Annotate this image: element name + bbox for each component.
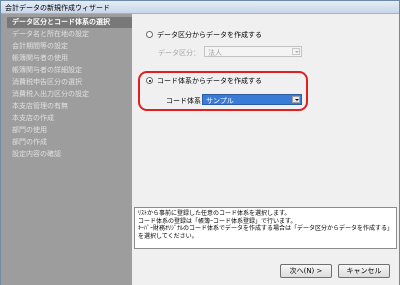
step-department-use[interactable]: 部門の使用 <box>12 125 132 136</box>
radio-from-data-category-label[interactable]: データ区分からデータを作成する <box>157 30 262 40</box>
step-consumption-tax-filing[interactable]: 消費税申告区分の選択 <box>12 77 132 88</box>
step-branch-creation[interactable]: 本支店の作成 <box>12 113 132 124</box>
code-system-value: サンプル <box>206 97 234 105</box>
step-confirm-settings[interactable]: 設定内容の確認 <box>12 149 132 160</box>
description-line: コード体系の登録は「帳簿ｰコード体系登録」で行います。 <box>138 217 297 225</box>
step-accounting-period[interactable]: 会計期間等の設定 <box>12 41 132 52</box>
chevron-down-icon[interactable] <box>292 48 300 55</box>
window-title: 会計データの新規作成ウィザード <box>5 4 110 12</box>
wizard-content: データ区分からデータを作成する データ区分： 法人 コード体系からデータを作成す… <box>132 14 399 285</box>
radio-from-data-category[interactable] <box>146 31 153 38</box>
step-book-participants-detail[interactable]: 帳簿関与者の詳細設定 <box>12 65 132 76</box>
code-system-select[interactable]: サンプル <box>202 94 302 105</box>
data-category-label: データ区分： <box>158 49 200 57</box>
data-category-value: 法人 <box>208 49 222 57</box>
wizard-steps-sidebar: データ区分とコード体系の選択 データ名と所在地の設定 会計期間等の設定 帳簿関与… <box>1 14 132 285</box>
wizard-window: 会計データの新規作成ウィザード データ区分とコード体系の選択 データ名と所在地の… <box>0 0 400 285</box>
radio-from-code-system[interactable] <box>146 77 153 84</box>
step-department-creation[interactable]: 部門の作成 <box>12 137 132 148</box>
description-line: ﾘｽﾄから事前に登録した任意のコード体系を選択します。 <box>138 210 291 217</box>
step-code-system-selection[interactable]: データ区分とコード体系の選択 <box>7 17 132 28</box>
cancel-button[interactable]: キャンセル <box>338 264 390 278</box>
chevron-down-icon[interactable] <box>292 96 300 103</box>
step-consumption-tax-io[interactable]: 消費税入出力区分の設定 <box>12 89 132 100</box>
title-bar: 会計データの新規作成ウィザード <box>1 1 399 14</box>
radio-from-code-system-label[interactable]: コード体系からデータを作成する <box>157 76 262 86</box>
next-button[interactable]: 次へ(N) > <box>280 264 332 278</box>
description-line: を選択してください。 <box>138 232 198 240</box>
step-book-participants-use[interactable]: 帳簿関与者の使用 <box>12 53 132 64</box>
description-box: ﾘｽﾄから事前に登録した任意のコード体系を選択します。 コード体系の登録は「帳簿… <box>134 207 397 249</box>
step-data-name-location[interactable]: データ名と所在地の設定 <box>12 29 132 40</box>
description-line: ｷｰﾊﾟｰ財務ｵﾘｼﾞﾅﾙのコード体系でデータを作成する場合は「データ区分からデ… <box>138 225 394 232</box>
data-category-select[interactable]: 法人 <box>204 46 302 57</box>
step-branch-management[interactable]: 本支店管理の有無 <box>12 101 132 112</box>
